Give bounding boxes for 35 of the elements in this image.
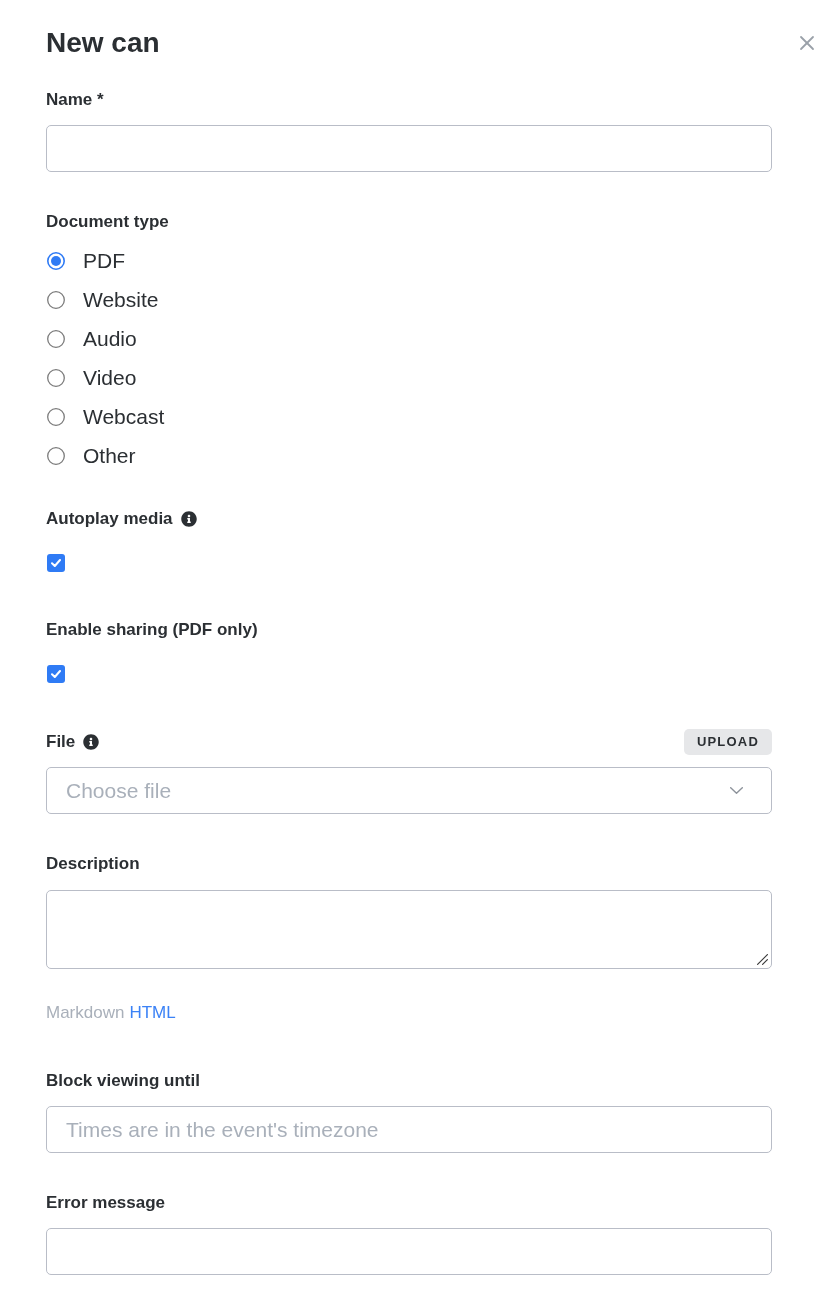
- radio-button[interactable]: [47, 251, 65, 270]
- checkbox[interactable]: [47, 665, 65, 683]
- checkmark-icon: [51, 670, 61, 678]
- radio-button[interactable]: [47, 329, 65, 348]
- radio-button[interactable]: [47, 446, 65, 465]
- resize-handle-icon[interactable]: [757, 954, 768, 965]
- checkbox[interactable]: [47, 554, 65, 572]
- field-label: Document type: [46, 211, 169, 233]
- field-label: Error message: [46, 1192, 166, 1214]
- upload-button[interactable]: UPLOAD: [683, 729, 772, 755]
- radio-button[interactable]: [47, 368, 65, 387]
- info-icon[interactable]: [83, 734, 100, 750]
- field-label: Description: [46, 853, 140, 875]
- field-label: Enable sharing (PDF only): [46, 619, 258, 641]
- field-label: File: [46, 731, 76, 753]
- radio-label[interactable]: Website: [83, 285, 159, 314]
- checkmark-icon: [51, 559, 61, 567]
- field-label: Name *: [46, 89, 104, 111]
- text-input[interactable]: [46, 1228, 772, 1275]
- dialog-title: New can: [46, 26, 160, 60]
- info-icon[interactable]: [180, 511, 197, 527]
- radio-button[interactable]: [47, 407, 65, 426]
- text-input[interactable]: Times are in the event's timezone: [46, 1106, 772, 1153]
- radio-label[interactable]: Video: [83, 363, 137, 392]
- radio-label[interactable]: Webcast: [83, 402, 165, 431]
- radio-label[interactable]: Audio: [83, 324, 137, 353]
- radio-label[interactable]: PDF: [83, 246, 125, 275]
- format-link[interactable]: HTML: [129, 1001, 176, 1025]
- chevron-down-icon: [730, 787, 743, 794]
- radio-label[interactable]: Other: [83, 441, 136, 470]
- radio-button[interactable]: [47, 290, 65, 309]
- field-label: Block viewing until: [46, 1070, 200, 1092]
- description-field[interactable]: [46, 890, 772, 969]
- field-label: Autoplay media: [46, 508, 173, 530]
- text-input[interactable]: [46, 125, 772, 172]
